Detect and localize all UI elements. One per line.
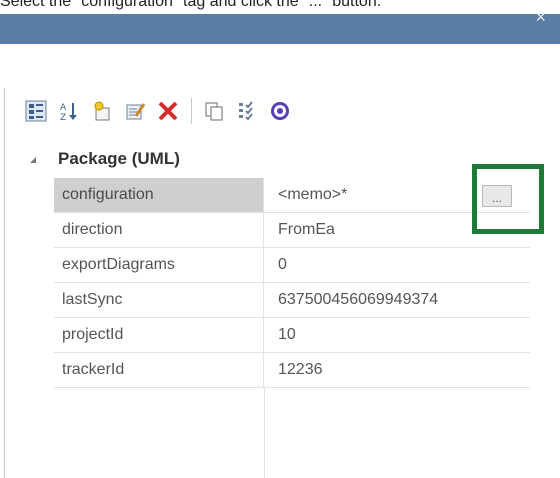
group-header-package-uml[interactable]: Package (UML): [30, 146, 180, 172]
property-value[interactable]: 12236: [264, 353, 530, 387]
grid-empty-area: [54, 388, 530, 478]
grid-column-divider: [264, 388, 265, 478]
help-icon[interactable]: [268, 99, 292, 123]
filter-icon[interactable]: [235, 99, 259, 123]
toolbar-separator: [191, 98, 192, 124]
group-title: Package (UML): [58, 149, 180, 168]
window-title-bar: ×: [0, 8, 560, 44]
property-row-direction[interactable]: direction FromEa: [54, 213, 530, 248]
tagged-values-grid: configuration <memo>* ... direction From…: [54, 178, 530, 388]
copy-icon[interactable]: [202, 99, 226, 123]
property-row-trackerid[interactable]: trackerId 12236: [54, 353, 530, 388]
collapse-arrow-icon[interactable]: [30, 157, 36, 163]
property-name[interactable]: lastSync: [54, 283, 264, 317]
highlight-annotation-box: [472, 164, 544, 234]
new-tag-icon[interactable]: [90, 99, 114, 123]
property-name[interactable]: direction: [54, 213, 264, 247]
delete-icon[interactable]: [156, 99, 180, 123]
property-value-text: <memo>*: [278, 186, 348, 203]
property-name[interactable]: projectId: [54, 318, 264, 352]
property-row-lastsync[interactable]: lastSync 637500456069949374: [54, 283, 530, 318]
properties-toolbar: A Z: [24, 91, 301, 131]
property-name[interactable]: exportDiagrams: [54, 248, 264, 282]
property-row-configuration[interactable]: configuration <memo>* ...: [54, 178, 530, 213]
panel-left-border: [4, 88, 5, 478]
property-value[interactable]: 0: [264, 248, 530, 282]
instruction-text: Select the "configuration" tag and click…: [0, 0, 382, 10]
edit-tag-icon[interactable]: [123, 99, 147, 123]
property-value[interactable]: 637500456069949374: [264, 283, 530, 317]
property-name[interactable]: trackerId: [54, 353, 264, 387]
svg-text:A: A: [60, 103, 67, 113]
sort-alphabetical-icon[interactable]: A Z: [57, 99, 81, 123]
property-value[interactable]: 10: [264, 318, 530, 352]
close-icon[interactable]: ×: [535, 8, 546, 26]
svg-text:Z: Z: [60, 113, 66, 122]
categorized-view-icon[interactable]: [24, 99, 48, 123]
property-row-exportdiagrams[interactable]: exportDiagrams 0: [54, 248, 530, 283]
property-row-projectid[interactable]: projectId 10: [54, 318, 530, 353]
property-name[interactable]: configuration: [54, 178, 264, 212]
